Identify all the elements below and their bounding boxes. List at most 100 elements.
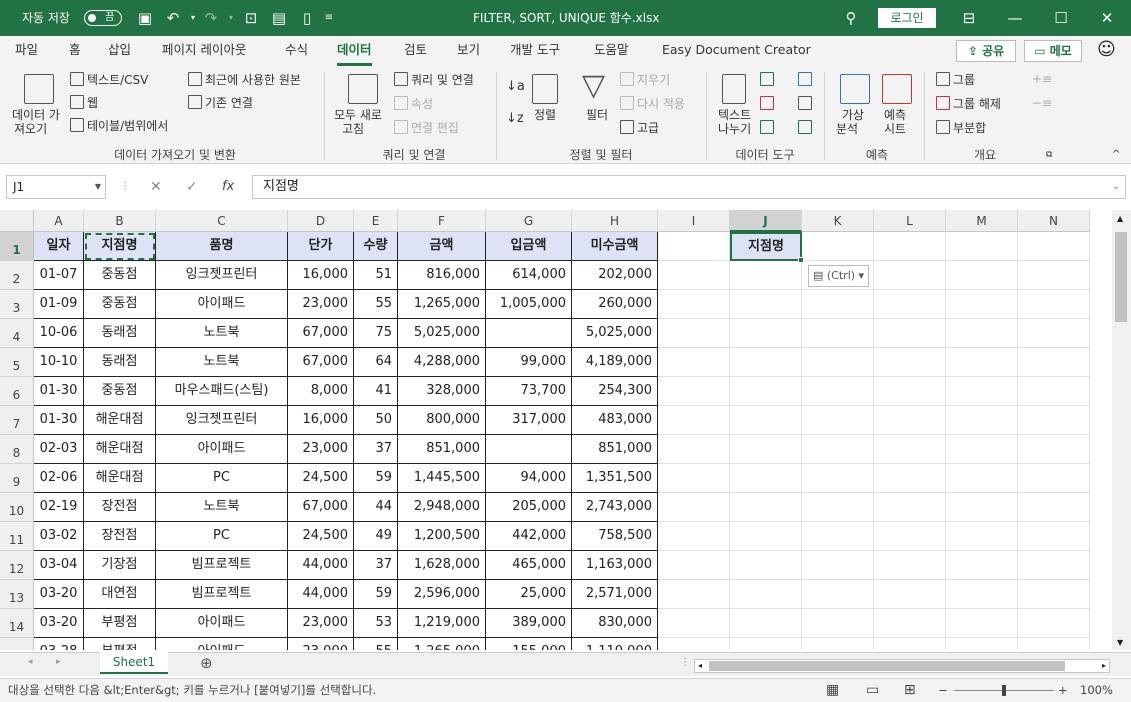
recent-sources-button[interactable]: 최근에 사용한 원본 (188, 72, 301, 87)
table-header-cell[interactable]: 지점명 (84, 232, 156, 261)
hide-detail-icon[interactable]: −≡ (1032, 96, 1052, 110)
table-cell[interactable]: 1,265,000 (398, 638, 486, 650)
table-cell[interactable]: 851,000 (572, 435, 658, 464)
row-header-5[interactable]: 5 (0, 348, 34, 377)
data-model-icon[interactable] (798, 120, 812, 134)
table-cell[interactable]: 23,000 (288, 290, 354, 319)
scroll-left-icon[interactable]: ◂ (698, 660, 702, 672)
table-cell[interactable]: 해운대점 (84, 435, 156, 464)
table-cell[interactable]: 03-20 (34, 580, 84, 609)
table-cell[interactable]: 44,000 (288, 580, 354, 609)
tab-formulas[interactable]: 수식 (285, 36, 308, 66)
empty-cell[interactable] (874, 638, 946, 650)
empty-cell[interactable] (802, 522, 874, 551)
empty-cell[interactable] (730, 580, 802, 609)
share-button[interactable]: ⇪ 공유 (956, 40, 1016, 62)
table-cell[interactable]: 1,445,500 (398, 464, 486, 493)
table-cell[interactable]: 아이패드 (156, 290, 288, 319)
empty-cell[interactable] (874, 232, 946, 261)
table-cell[interactable]: 442,000 (486, 522, 572, 551)
scroll-up-icon[interactable]: ▲ (1117, 214, 1123, 223)
fill-handle[interactable] (798, 257, 804, 263)
empty-cell[interactable] (1018, 493, 1090, 522)
show-detail-icon[interactable]: +≡ (1032, 72, 1052, 86)
name-box[interactable]: J1 ▼ (6, 175, 106, 199)
empty-cell[interactable] (874, 290, 946, 319)
empty-cell[interactable] (1018, 406, 1090, 435)
ribbon-display-icon[interactable]: ⊟ (960, 9, 978, 27)
table-cell[interactable]: 02-03 (34, 435, 84, 464)
vertical-scroll-thumb[interactable] (1115, 232, 1127, 322)
empty-cell[interactable] (874, 435, 946, 464)
add-sheet-icon[interactable]: ⊕ (200, 654, 213, 672)
empty-cell[interactable] (1018, 319, 1090, 348)
empty-cell[interactable] (658, 348, 730, 377)
empty-cell[interactable] (1018, 232, 1090, 261)
row-header-12[interactable]: 12 (0, 551, 34, 580)
tab-split-handle-icon[interactable]: ⋮ (680, 657, 690, 668)
table-header-cell[interactable]: 금액 (398, 232, 486, 261)
table-cell[interactable]: 03-28 (34, 638, 84, 650)
table-cell[interactable]: 02-06 (34, 464, 84, 493)
column-header-d[interactable]: D (288, 210, 354, 232)
table-header-cell[interactable]: 품명 (156, 232, 288, 261)
zoom-in-icon[interactable]: + (1058, 679, 1068, 701)
empty-cell[interactable] (946, 609, 1018, 638)
column-header-k[interactable]: K (802, 210, 874, 232)
table-cell[interactable]: 2,743,000 (572, 493, 658, 522)
empty-cell[interactable] (874, 493, 946, 522)
minimize-icon[interactable]: — (1006, 9, 1024, 27)
table-cell[interactable]: 빔프로젝트 (156, 551, 288, 580)
column-header-h[interactable]: H (572, 210, 658, 232)
table-cell[interactable]: 205,000 (486, 493, 572, 522)
advanced-filter-button[interactable]: 고급 (620, 120, 659, 135)
row-header-13[interactable]: 13 (0, 580, 34, 609)
empty-cell[interactable] (802, 232, 874, 261)
table-cell[interactable]: 아이패드 (156, 638, 288, 650)
empty-cell[interactable] (946, 261, 1018, 290)
prev-sheet-icon[interactable]: ◂ (28, 657, 33, 667)
selected-cell-j1[interactable]: 지점명 (730, 232, 802, 261)
tab-help[interactable]: 도움말 (594, 36, 629, 66)
camera-icon[interactable]: ⊡ (242, 9, 260, 27)
table-cell[interactable]: 155,000 (486, 638, 572, 650)
column-header-f[interactable]: F (398, 210, 486, 232)
empty-cell[interactable] (1018, 290, 1090, 319)
table-cell[interactable]: 10-06 (34, 319, 84, 348)
empty-cell[interactable] (658, 435, 730, 464)
empty-cell[interactable] (946, 435, 1018, 464)
empty-cell[interactable] (658, 464, 730, 493)
cancel-icon[interactable]: ✕ (150, 175, 162, 199)
empty-cell[interactable] (874, 464, 946, 493)
table-cell[interactable]: PC (156, 522, 288, 551)
table-cell[interactable]: 16,000 (288, 261, 354, 290)
empty-cell[interactable] (802, 435, 874, 464)
table-cell[interactable]: 1,005,000 (486, 290, 572, 319)
paste-options-button[interactable]: ▤ (Ctrl) ▾ (808, 265, 869, 287)
empty-cell[interactable] (802, 551, 874, 580)
empty-cell[interactable] (730, 406, 802, 435)
table-cell[interactable]: 10-10 (34, 348, 84, 377)
table-cell[interactable]: 01-30 (34, 377, 84, 406)
table-cell[interactable]: 아이패드 (156, 609, 288, 638)
table-cell[interactable]: 중동점 (84, 377, 156, 406)
horizontal-scroll-thumb[interactable] (709, 661, 1065, 671)
empty-cell[interactable] (1018, 638, 1090, 650)
table-cell[interactable]: 202,000 (572, 261, 658, 290)
empty-cell[interactable] (1018, 580, 1090, 609)
table-cell[interactable]: 03-20 (34, 609, 84, 638)
table-cell[interactable]: 94,000 (486, 464, 572, 493)
table-cell[interactable]: 02-19 (34, 493, 84, 522)
table-cell[interactable]: 부평점 (84, 609, 156, 638)
row-header-1[interactable]: 1 (0, 232, 34, 261)
row-header-2[interactable]: 2 (0, 261, 34, 290)
table-header-cell[interactable]: 단가 (288, 232, 354, 261)
new-file-icon[interactable]: ▯ (298, 9, 316, 27)
chevron-down-icon[interactable]: ▼ (95, 176, 101, 198)
queries-connections-button[interactable]: 쿼리 및 연결 (394, 72, 474, 87)
column-header-l[interactable]: L (874, 210, 946, 232)
empty-cell[interactable] (1018, 261, 1090, 290)
table-cell[interactable]: 23,000 (288, 638, 354, 650)
table-cell[interactable]: 37 (354, 435, 398, 464)
empty-cell[interactable] (730, 551, 802, 580)
